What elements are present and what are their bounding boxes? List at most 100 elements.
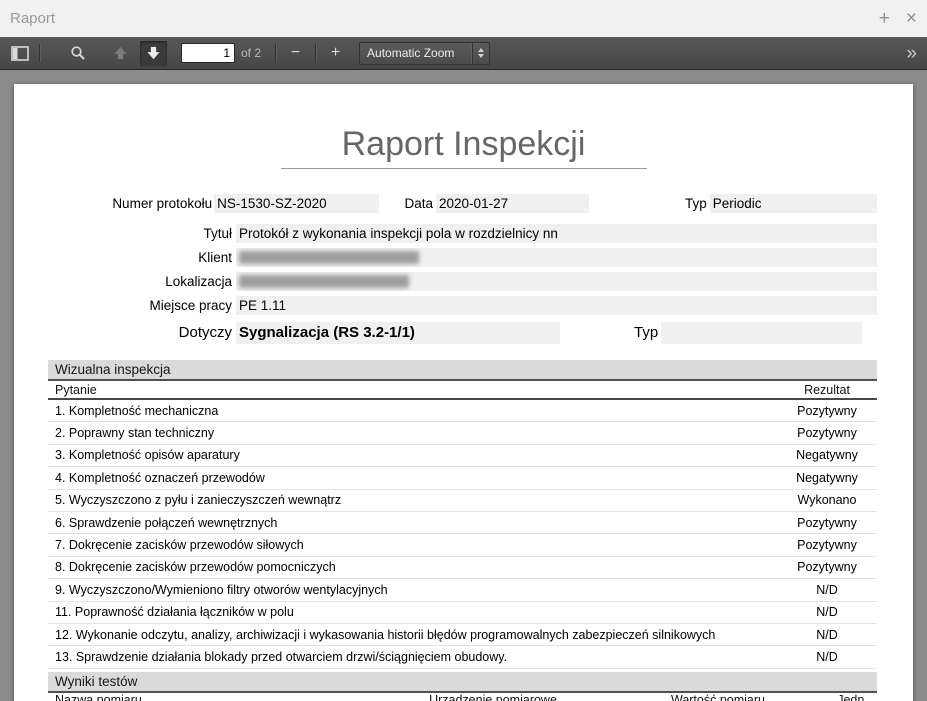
result-cell: Pozytywny xyxy=(777,404,877,418)
field-row-workplace: Miejsce pracy PE 1.11 xyxy=(48,296,877,315)
type2-label: Typ xyxy=(634,322,658,344)
sidebar-icon xyxy=(11,46,29,61)
close-button[interactable]: × xyxy=(906,9,917,28)
minus-icon: − xyxy=(291,45,300,61)
question-cell: 8. Dokręcenie zacisków przewodów pomocni… xyxy=(48,560,777,574)
maximize-button[interactable]: + xyxy=(879,9,890,28)
toolbar-separator xyxy=(275,44,276,62)
column-result: Rezultat xyxy=(777,383,877,397)
question-cell: 9. Wyczyszczono/Wymieniono filtry otworó… xyxy=(48,583,777,597)
pdf-toolbar: of 2 − + Automatic Zoom » xyxy=(0,37,927,70)
zoom-select-value: Automatic Zoom xyxy=(367,46,454,60)
type-label: Typ xyxy=(685,194,707,213)
search-icon xyxy=(70,45,86,61)
sidebar-toggle-button[interactable] xyxy=(6,41,33,66)
table-row: 2. Poprawny stan techniczny Pozytywny xyxy=(48,422,877,444)
section-test-results-title: Wyniki testów xyxy=(48,674,137,689)
search-button[interactable] xyxy=(64,41,91,66)
result-cell: N/D xyxy=(777,628,877,642)
concerns-label: Dotyczy xyxy=(48,322,232,344)
field-row-concerns: Dotyczy Sygnalizacja (RS 3.2-1/1) Typ xyxy=(48,322,877,344)
next-page-button[interactable] xyxy=(140,41,167,66)
question-cell: 2. Poprawny stan techniczny xyxy=(48,426,777,440)
table-row: 4. Kompletność oznaczeń przewodów Negaty… xyxy=(48,467,877,489)
double-chevron-icon: » xyxy=(906,43,917,64)
document-title: Raport Inspekcji xyxy=(14,124,913,164)
column-measurement-name: Nazwa pomiaru xyxy=(48,693,378,701)
client-value xyxy=(236,248,877,267)
page-count-label: of 2 xyxy=(241,46,261,60)
protocol-value: NS-1530-SZ-2020 xyxy=(214,194,378,213)
window-titlebar: Raport + × xyxy=(0,0,927,37)
concerns-value: Sygnalizacja (RS 3.2-1/1) xyxy=(236,322,560,344)
question-cell: 13. Sprawdzenie działania blokady przed … xyxy=(48,650,777,664)
arrow-up-icon xyxy=(113,46,128,60)
table-row: 8. Dokręcenie zacisków przewodów pomocni… xyxy=(48,557,877,579)
field-row-protocol: Numer protokołu NS-1530-SZ-2020 Data 202… xyxy=(48,194,877,213)
result-cell: Negatywny xyxy=(777,448,877,462)
question-cell: 12. Wykonanie odczytu, analizy, archiwiz… xyxy=(48,628,777,642)
table-row: 3. Kompletność opisów aparatury Negatywn… xyxy=(48,445,877,467)
title-label: Tytuł xyxy=(48,224,232,243)
question-cell: 11. Poprawność działania łączników w pol… xyxy=(48,605,777,619)
type2-value xyxy=(661,322,862,344)
client-label: Klient xyxy=(48,248,232,267)
question-cell: 4. Kompletność oznaczeń przewodów xyxy=(48,471,777,485)
result-cell: Wykonano xyxy=(777,493,877,507)
result-cell: Pozytywny xyxy=(777,538,877,552)
workplace-label: Miejsce pracy xyxy=(48,296,232,315)
document-title-block: Raport Inspekcji xyxy=(14,124,913,169)
column-measurement-unit: Jedn. xyxy=(828,693,877,701)
location-value xyxy=(236,272,877,291)
table-row: 7. Dokręcenie zacisków przewodów siłowyc… xyxy=(48,534,877,556)
question-cell: 7. Dokręcenie zacisków przewodów siłowyc… xyxy=(48,538,777,552)
question-cell: 6. Sprawdzenie połączeń wewnętrznych xyxy=(48,516,777,530)
window-title: Raport xyxy=(10,10,55,27)
inspection-column-header: Pytanie Rezultat xyxy=(48,381,877,400)
secondary-toolbar-button[interactable]: » xyxy=(902,44,921,63)
previous-page-button[interactable] xyxy=(107,41,134,66)
result-cell: Pozytywny xyxy=(777,560,877,574)
table-row: 5. Wyczyszczono z pyłu i zanieczyszczeń … xyxy=(48,490,877,512)
question-cell: 5. Wyczyszczono z pyłu i zanieczyszczeń … xyxy=(48,493,777,507)
redacted-location-value xyxy=(239,275,409,288)
question-cell: 1. Kompletność mechaniczna xyxy=(48,404,777,418)
result-cell: Pozytywny xyxy=(777,426,877,440)
zoom-select[interactable]: Automatic Zoom xyxy=(359,42,490,65)
pdf-viewer[interactable]: Raport Inspekcji Numer protokołu NS-1530… xyxy=(0,70,927,701)
field-row-title: Tytuł Protokół z wykonania inspekcji pol… xyxy=(48,224,877,243)
table-row: 11. Poprawność działania łączników w pol… xyxy=(48,602,877,624)
table-row: 13. Sprawdzenie działania blokady przed … xyxy=(48,646,877,668)
section-visual-inspection-title: Wizualna inspekcja xyxy=(48,362,171,377)
field-row-location: Lokalizacja xyxy=(48,272,877,291)
date-value: 2020-01-27 xyxy=(436,194,589,213)
title-value: Protokół z wykonania inspekcji pola w ro… xyxy=(236,224,877,243)
protocol-label: Numer protokołu xyxy=(48,194,212,213)
zoom-in-button[interactable]: + xyxy=(322,41,349,66)
spinner-arrows-icon xyxy=(472,43,489,64)
type-value: Periodic xyxy=(710,194,877,213)
field-row-client: Klient xyxy=(48,248,877,267)
redacted-client-value xyxy=(239,251,419,264)
arrow-down-icon xyxy=(146,46,161,60)
page-number-input[interactable] xyxy=(181,43,235,63)
section-visual-inspection: Wizualna inspekcja xyxy=(48,360,877,381)
table-row: 12. Wykonanie odczytu, analizy, archiwiz… xyxy=(48,624,877,646)
column-question: Pytanie xyxy=(48,383,777,397)
location-label: Lokalizacja xyxy=(48,272,232,291)
table-row: 1. Kompletność mechaniczna Pozytywny xyxy=(48,400,877,422)
section-test-results: Wyniki testów xyxy=(48,672,877,693)
column-measurement-device: Urządzenie pomiarowe xyxy=(378,693,608,701)
zoom-out-button[interactable]: − xyxy=(282,41,309,66)
toolbar-separator xyxy=(315,44,316,62)
result-cell: Pozytywny xyxy=(777,516,877,530)
result-cell: Negatywny xyxy=(777,471,877,485)
inspection-table: 1. Kompletność mechaniczna Pozytywny 2. … xyxy=(48,400,877,669)
result-cell: N/D xyxy=(777,583,877,597)
table-row: 6. Sprawdzenie połączeń wewnętrznych Poz… xyxy=(48,512,877,534)
toolbar-separator xyxy=(39,44,40,62)
table-row: 9. Wyczyszczono/Wymieniono filtry otworó… xyxy=(48,579,877,601)
title-underline xyxy=(281,168,647,169)
date-label: Data xyxy=(405,194,434,213)
pdf-page: Raport Inspekcji Numer protokołu NS-1530… xyxy=(14,84,913,701)
